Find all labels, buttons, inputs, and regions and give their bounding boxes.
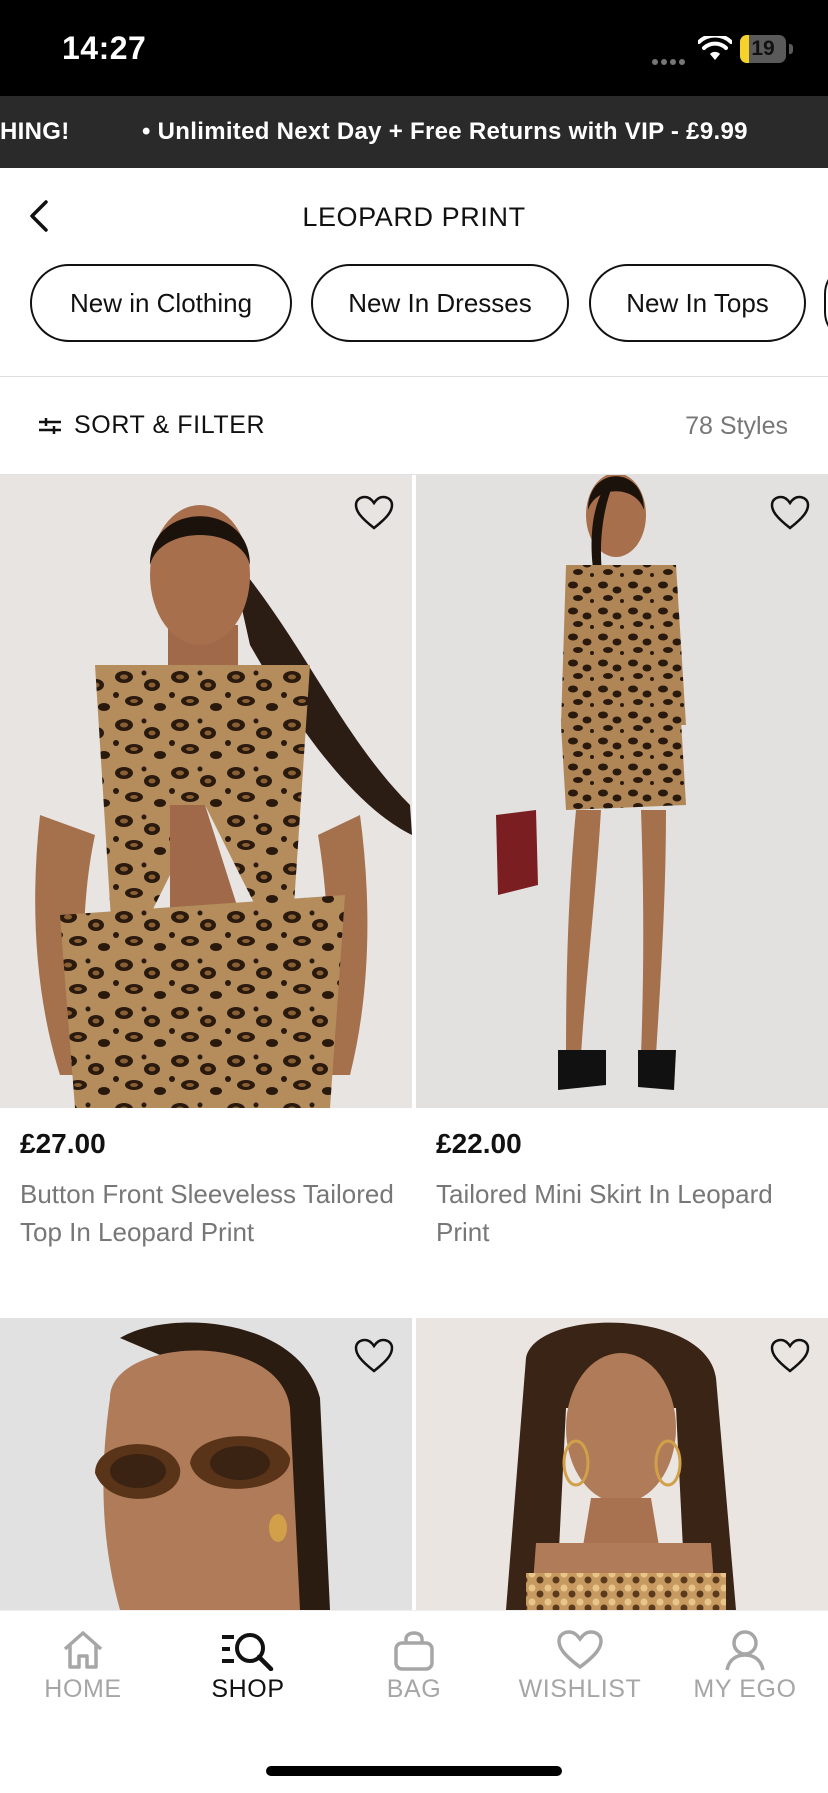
product-price: £27.00	[20, 1128, 106, 1159]
wishlist-heart-icon[interactable]	[354, 495, 394, 531]
style-count: 78 Styles	[685, 412, 788, 440]
tab-shop[interactable]: SHOP	[173, 1629, 323, 1704]
promo-text-previous: HING!	[0, 118, 70, 145]
home-icon	[63, 1631, 103, 1669]
chip-new-in-tops[interactable]: New In Tops	[589, 264, 806, 342]
battery-icon: 19	[740, 35, 786, 63]
filter-sliders-icon	[39, 417, 61, 434]
page-title: LEOPARD PRINT	[302, 202, 526, 232]
home-indicator	[266, 1766, 562, 1776]
sort-filter-label: SORT & FILTER	[74, 411, 266, 439]
shop-search-icon	[222, 1633, 274, 1671]
tab-label: SHOP	[211, 1675, 285, 1703]
tab-label: HOME	[44, 1675, 122, 1703]
product-name[interactable]: Tailored Mini Skirt In Leopard Print	[436, 1175, 811, 1251]
battery-level: 19	[751, 37, 775, 60]
bag-icon	[394, 1631, 434, 1671]
status-time: 14:27	[62, 30, 147, 66]
wishlist-heart-icon[interactable]	[770, 495, 810, 531]
person-icon	[725, 1630, 765, 1671]
product-photo	[416, 1318, 828, 1610]
category-chips: New in Clothing New In Dresses New In To…	[0, 264, 828, 346]
product-name[interactable]: Button Front Sleeveless Tailored Top In …	[20, 1175, 395, 1251]
product-photo	[0, 475, 412, 1108]
tab-bag[interactable]: BAG	[339, 1629, 489, 1704]
promo-text: • Unlimited Next Day + Free Returns with…	[142, 118, 748, 145]
tab-label: MY EGO	[693, 1675, 797, 1703]
status-bar: 14:27 19	[0, 0, 828, 96]
promo-banner[interactable]: HING! • Unlimited Next Day + Free Return…	[0, 96, 828, 168]
heart-icon	[557, 1630, 603, 1670]
tab-home[interactable]: HOME	[8, 1629, 158, 1704]
sort-filter-button[interactable]: SORT & FILTER	[38, 411, 265, 440]
chip-new-in-clothing[interactable]: New in Clothing	[30, 264, 292, 342]
page-header: LEOPARD PRINT	[0, 168, 828, 264]
product-image-3[interactable]	[0, 1318, 412, 1610]
product-image-2[interactable]	[416, 475, 828, 1108]
tab-wishlist[interactable]: WISHLIST	[505, 1629, 655, 1704]
tab-my-ego[interactable]: MY EGO	[670, 1629, 820, 1704]
product-photo	[0, 1318, 412, 1610]
cellular-signal-icon	[652, 52, 688, 70]
chip-more[interactable]	[824, 264, 828, 342]
product-photo	[416, 475, 828, 1108]
tab-label: BAG	[386, 1675, 442, 1703]
product-image-4[interactable]	[416, 1318, 828, 1610]
tab-label: WISHLIST	[518, 1675, 642, 1703]
wifi-icon	[698, 36, 732, 60]
product-image-1[interactable]	[0, 475, 412, 1108]
wishlist-heart-icon[interactable]	[354, 1338, 394, 1374]
chip-new-in-dresses[interactable]: New In Dresses	[311, 264, 569, 342]
filter-bar: SORT & FILTER 78 Styles	[0, 377, 828, 474]
wishlist-heart-icon[interactable]	[770, 1338, 810, 1374]
product-price: £22.00	[436, 1128, 522, 1159]
